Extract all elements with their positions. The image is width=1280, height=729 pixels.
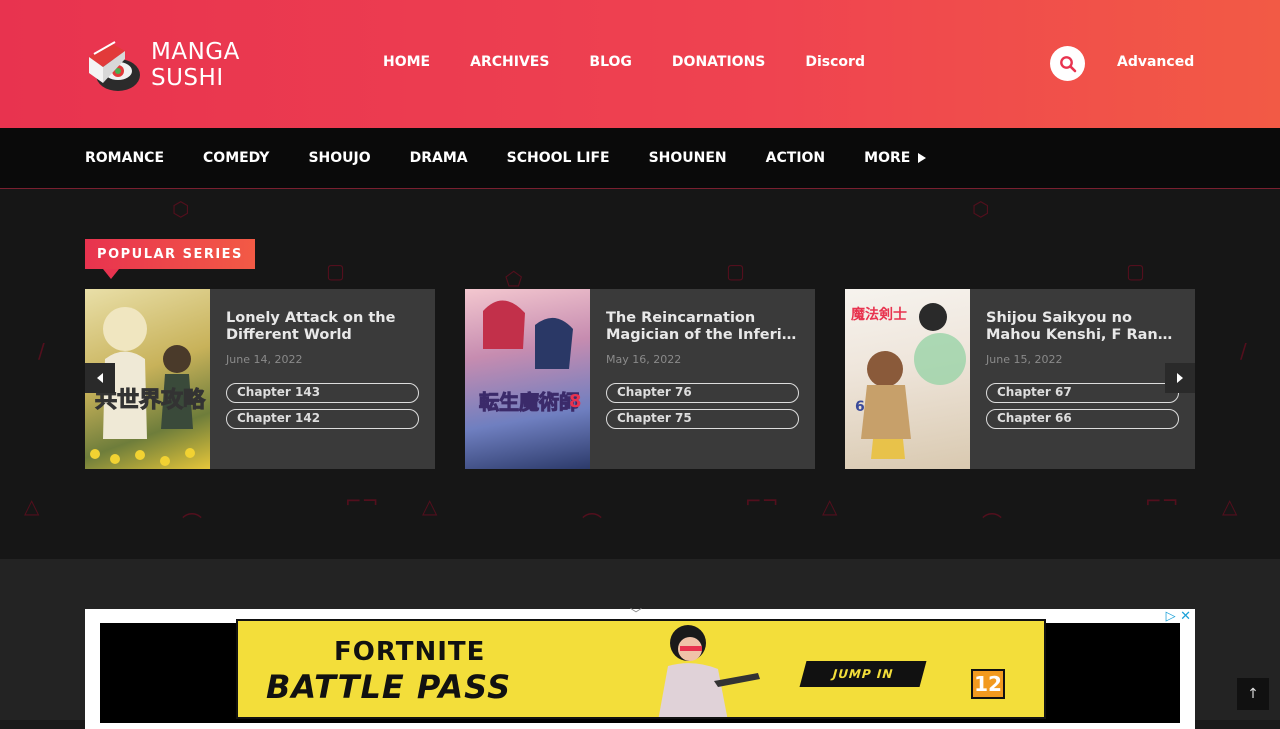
genre-label: ACTION — [765, 150, 826, 166]
svg-text:転生魔術師: 転生魔術師 — [479, 390, 579, 414]
genre-comedy[interactable]: COMEDY — [203, 150, 269, 166]
svg-text:魔法剣士: 魔法剣士 — [851, 306, 907, 323]
ad-banner[interactable]: FORTNITE BATTLE PASS JUMP IN 12 — [236, 619, 1046, 719]
decor-square-icon: ▢ — [726, 259, 745, 283]
caret-right-icon — [1177, 373, 1183, 383]
caret-right-icon — [918, 153, 927, 163]
decor-triangle-icon: △ — [422, 494, 438, 518]
content-area: ﹀ ▷ ✕ FORTNITE BATTLE PASS JUMP IN 12 — [0, 559, 1280, 729]
logo-text: MANGA SUSHI — [151, 39, 240, 91]
genre-romance[interactable]: ROMANCE — [85, 150, 164, 166]
decor-arc-icon: ⌒ — [582, 511, 602, 535]
decor-arc-icon: ⌒ — [182, 511, 202, 535]
genre-label: ROMANCE — [85, 150, 165, 166]
genre-action[interactable]: ACTION — [766, 150, 826, 166]
nav-archives[interactable]: ARCHIVES — [470, 54, 549, 70]
ad-subtitle: BATTLE PASS — [266, 668, 512, 706]
chapter-link[interactable]: Chapter 66 — [986, 409, 1179, 429]
main-nav: HOME ARCHIVES BLOG DONATIONS Discord — [383, 54, 865, 70]
age-rating-badge: 12 — [971, 669, 1005, 699]
series-cover-image[interactable]: 転生魔術師 8 — [465, 289, 590, 469]
decor-hexagon-icon: ⬡ — [972, 197, 990, 221]
genre-label: COMEDY — [203, 150, 270, 166]
decor-steps-icon: ⌐¬ — [1145, 489, 1179, 513]
chapter-link[interactable]: Chapter 75 — [606, 409, 799, 429]
arrow-up-icon: ↑ — [1247, 686, 1259, 702]
genre-label: SCHOOL LIFE — [506, 150, 610, 166]
decor-steps-icon: ⌐¬ — [345, 489, 379, 513]
decor-triangle-icon: △ — [822, 494, 838, 518]
sushi-logo-icon — [85, 37, 143, 93]
ad-choices-icon[interactable]: ▷ ✕ — [1166, 609, 1191, 624]
decor-square-icon: ▢ — [326, 259, 345, 283]
chapter-link[interactable]: Chapter 143 — [226, 383, 419, 403]
search-button[interactable] — [1050, 46, 1085, 81]
genre-label: DRAMA — [409, 150, 468, 166]
genre-label: SHOUNEN — [648, 150, 727, 166]
carousel-prev-button[interactable] — [85, 363, 115, 393]
ad-character-image — [658, 625, 760, 717]
series-cover-image[interactable]: 魔法剣士 6 — [845, 289, 970, 469]
popular-series-section: ⬡ ⬡ ▢ ▢ ▢ ⬠ / / △ △ △ △ ⌒ ⌒ ⌒ ⌐¬ ⌐¬ ⌐¬ P… — [0, 189, 1280, 559]
genre-school-life[interactable]: SCHOOL LIFE — [507, 150, 610, 166]
series-date: May 16, 2022 — [606, 353, 682, 366]
site-logo[interactable]: MANGA SUSHI — [85, 36, 317, 94]
chapter-link[interactable]: Chapter 142 — [226, 409, 419, 429]
series-date: June 15, 2022 — [986, 353, 1063, 366]
series-title[interactable]: The Reincarnation Magician of the Inferi… — [606, 310, 799, 344]
genre-label: SHOUJO — [308, 150, 371, 166]
decor-slash-icon: / — [1240, 339, 1247, 363]
genre-label: MORE — [864, 150, 911, 166]
series-card[interactable]: 転生魔術師 8 The Reincarnation Magician of th… — [465, 289, 815, 469]
chapter-link[interactable]: Chapter 76 — [606, 383, 799, 403]
genre-more[interactable]: MORE — [864, 150, 927, 166]
svg-text:8: 8 — [569, 391, 582, 412]
series-card[interactable]: 魔法剣士 6 Shijou Saikyou no Mahou Kenshi, F… — [845, 289, 1195, 469]
decor-square-icon: ▢ — [1126, 259, 1145, 283]
genre-drama[interactable]: DRAMA — [410, 150, 468, 166]
decor-triangle-icon: △ — [1222, 494, 1238, 518]
carousel-next-button[interactable] — [1165, 363, 1195, 393]
decor-arc-icon: ⌒ — [982, 511, 1002, 535]
nav-donations[interactable]: DONATIONS — [672, 54, 765, 70]
series-title[interactable]: Lonely Attack on the Different World — [226, 310, 419, 344]
nav-discord[interactable]: Discord — [805, 54, 865, 70]
series-date: June 14, 2022 — [226, 353, 303, 366]
section-heading-tag: POPULAR SERIES — [85, 239, 255, 279]
site-header: MANGA SUSHI HOME ARCHIVES BLOG DONATIONS… — [0, 0, 1280, 128]
ad-title: FORTNITE — [334, 637, 486, 667]
decor-steps-icon: ⌐¬ — [745, 489, 779, 513]
decor-slash-icon: / — [38, 339, 45, 363]
genre-nav: ROMANCE COMEDY SHOUJO DRAMA SCHOOL LIFE … — [0, 128, 1280, 189]
decor-triangle-icon: △ — [24, 494, 40, 518]
genre-shoujo[interactable]: SHOUJO — [308, 150, 370, 166]
search-icon — [1059, 55, 1076, 72]
decor-hexagon-icon: ⬡ — [172, 197, 190, 221]
caret-left-icon — [97, 373, 103, 383]
nav-home[interactable]: HOME — [383, 54, 430, 70]
series-card[interactable]: 共世界攻略 Lonely Attack on the Different Wor… — [85, 289, 435, 469]
advertisement-container: ﹀ ▷ ✕ FORTNITE BATTLE PASS JUMP IN 12 — [85, 607, 1195, 729]
nav-blog[interactable]: BLOG — [589, 54, 632, 70]
genre-shounen[interactable]: SHOUNEN — [649, 150, 727, 166]
series-title[interactable]: Shijou Saikyou no Mahou Kenshi, F Rank B… — [986, 310, 1179, 344]
ad-cta-button[interactable]: JUMP IN — [799, 661, 927, 687]
svg-text:6: 6 — [855, 399, 865, 415]
advanced-search-link[interactable]: Advanced — [1117, 54, 1194, 70]
decor-pentagon-icon: ⬠ — [505, 267, 523, 291]
back-to-top-button[interactable]: ↑ — [1237, 678, 1269, 710]
chapter-link[interactable]: Chapter 67 — [986, 383, 1179, 403]
